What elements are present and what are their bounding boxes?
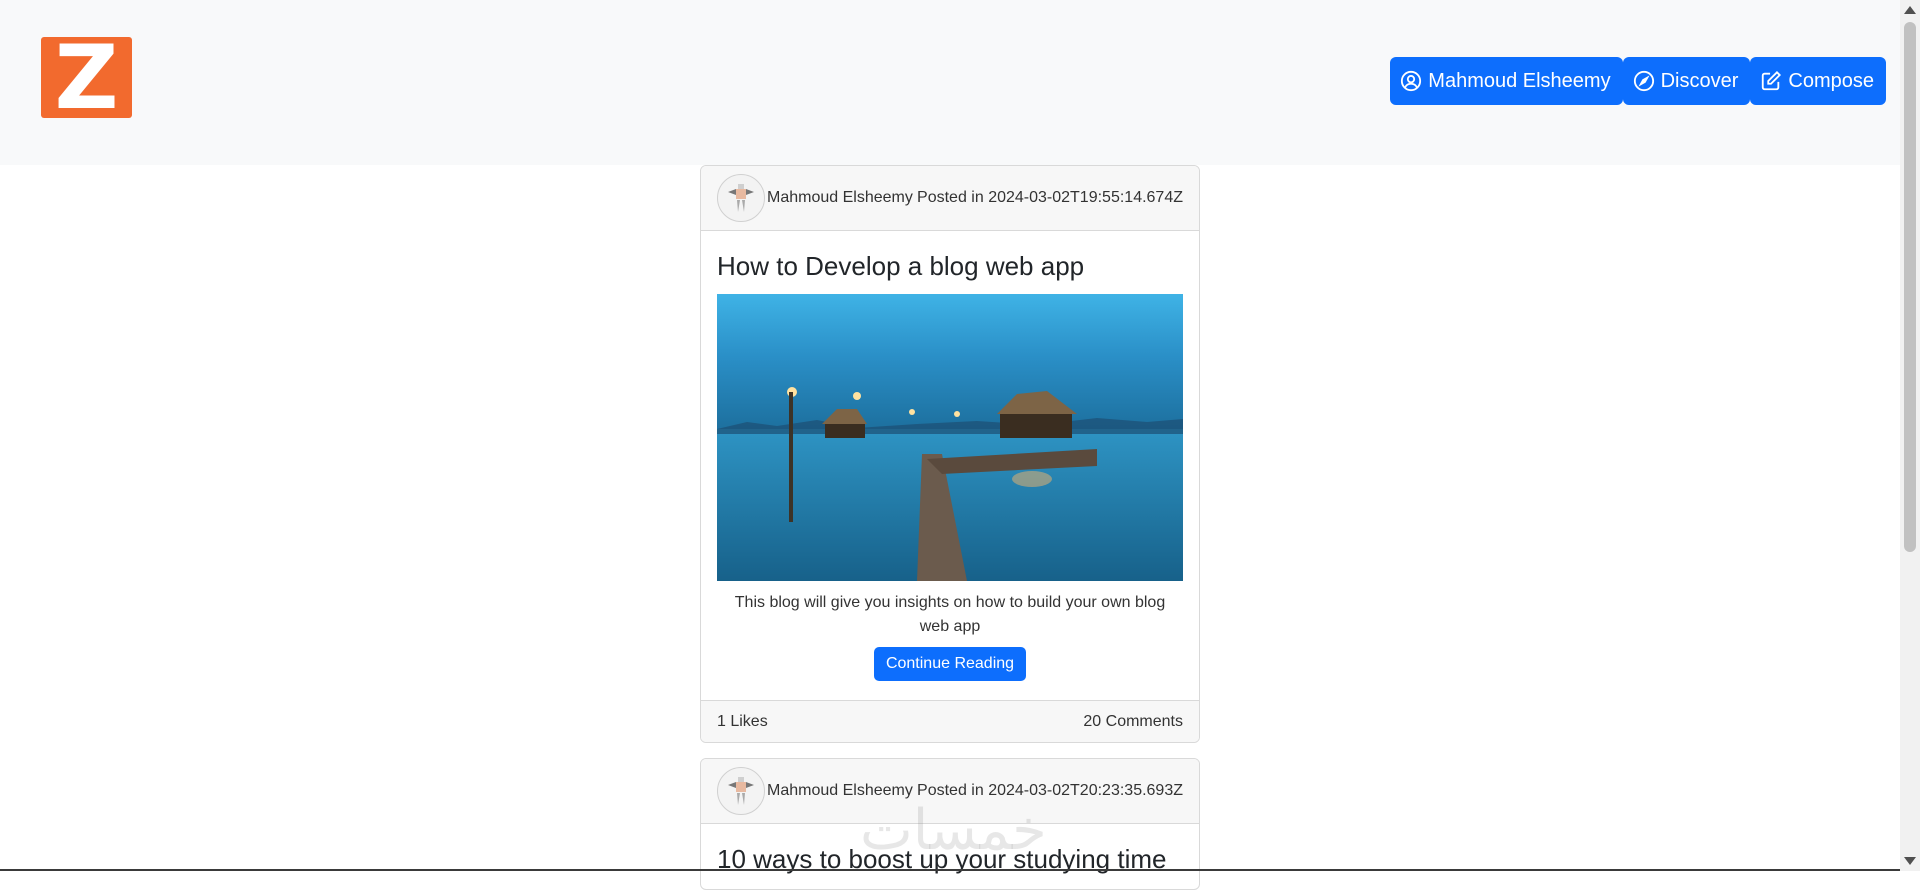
compass-icon <box>1633 70 1654 92</box>
continue-reading-button[interactable]: Continue Reading <box>873 647 1027 681</box>
user-circle-icon <box>1401 70 1422 92</box>
post-author[interactable]: Mahmoud Elsheemy <box>767 189 913 207</box>
post-image <box>717 294 1183 581</box>
compose-button-label: Compose <box>1788 69 1874 92</box>
nav-buttons: Mahmoud Elsheemy Discover Compose <box>1390 57 1886 105</box>
post-title: How to Develop a blog web app <box>717 251 1085 281</box>
pencil-square-icon <box>1762 70 1782 91</box>
post-description: This blog will give you insights on how … <box>734 594 1166 635</box>
top-navbar: Z Mahmoud Elsheemy Discover Compose <box>0 0 1900 165</box>
post-header: Mahmoud Elsheemy Posted in 2024-03-02T19… <box>701 166 1199 231</box>
post-date: Posted in 2024-03-02T19:55:14.674Z <box>917 189 1183 206</box>
author-avatar[interactable] <box>717 174 765 222</box>
logo-letter: Z <box>54 25 119 129</box>
discover-button[interactable]: Discover <box>1622 57 1751 105</box>
site-logo[interactable]: Z <box>41 33 132 121</box>
read-button-wrap: Continue Reading <box>717 647 1183 681</box>
post-body: How to Develop a blog web app This blog … <box>701 231 1199 697</box>
post-footer: 1 Likes 20 Comments <box>701 700 1199 742</box>
compose-button[interactable]: Compose <box>1750 57 1886 105</box>
discover-button-label: Discover <box>1660 69 1739 92</box>
watermark: خمسات <box>860 798 1047 863</box>
post-card: Mahmoud Elsheemy Posted in 2024-03-02T19… <box>700 165 1200 743</box>
avatar-icon <box>728 777 754 805</box>
scroll-up-icon[interactable] <box>1904 6 1916 14</box>
vertical-scrollbar[interactable] <box>1900 0 1920 871</box>
author-avatar[interactable] <box>717 767 765 815</box>
profile-button-label: Mahmoud Elsheemy <box>1428 69 1611 92</box>
profile-button[interactable]: Mahmoud Elsheemy <box>1390 57 1623 105</box>
scroll-down-icon[interactable] <box>1904 857 1916 865</box>
likes-count[interactable]: 1 Likes <box>717 713 768 731</box>
comments-count[interactable]: 20 Comments <box>1083 713 1183 731</box>
scroll-thumb[interactable] <box>1904 22 1916 552</box>
avatar-icon <box>728 184 754 212</box>
